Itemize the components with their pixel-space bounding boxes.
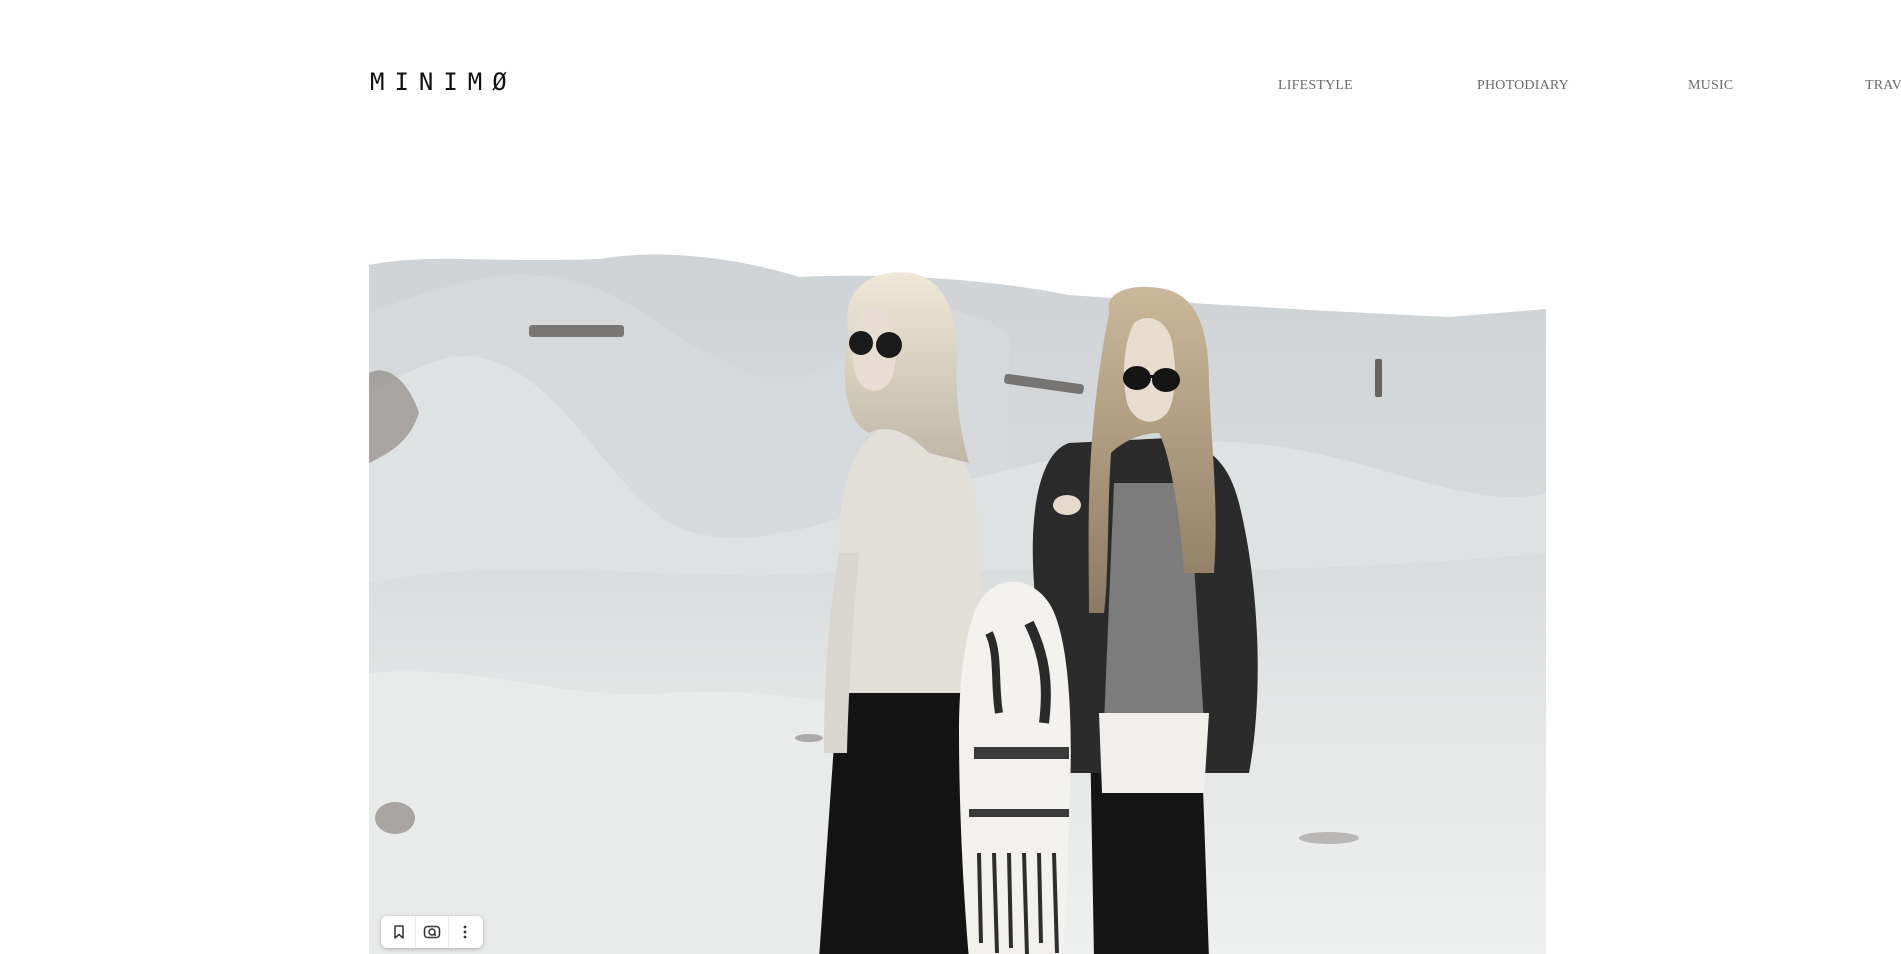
lens-icon: [423, 925, 441, 939]
bookmark-icon: [394, 925, 404, 939]
nav-link-travel[interactable]: TRAVEL: [1865, 79, 1901, 93]
nav-link-music[interactable]: MUSIC: [1688, 79, 1733, 93]
nav-link-lifestyle[interactable]: LIFESTYLE: [1278, 79, 1353, 93]
site-header: MINIMØ LIFESTYLE PHOTODIARY MUSIC TRAVEL: [370, 64, 1901, 104]
hero-image[interactable]: [369, 253, 1546, 954]
nav-link-photodiary[interactable]: PHOTODIARY: [1477, 79, 1569, 93]
main-nav: LIFESTYLE PHOTODIARY MUSIC TRAVEL: [910, 79, 1901, 99]
hero-photo: [369, 253, 1546, 954]
bookmark-button[interactable]: [383, 916, 416, 948]
blanket: [959, 581, 1071, 954]
more-options-button[interactable]: [449, 916, 481, 948]
image-toolbar: [381, 916, 483, 948]
site-logo[interactable]: MINIMØ: [370, 70, 517, 94]
lens-button[interactable]: [416, 916, 449, 948]
more-vertical-icon: [463, 925, 467, 939]
